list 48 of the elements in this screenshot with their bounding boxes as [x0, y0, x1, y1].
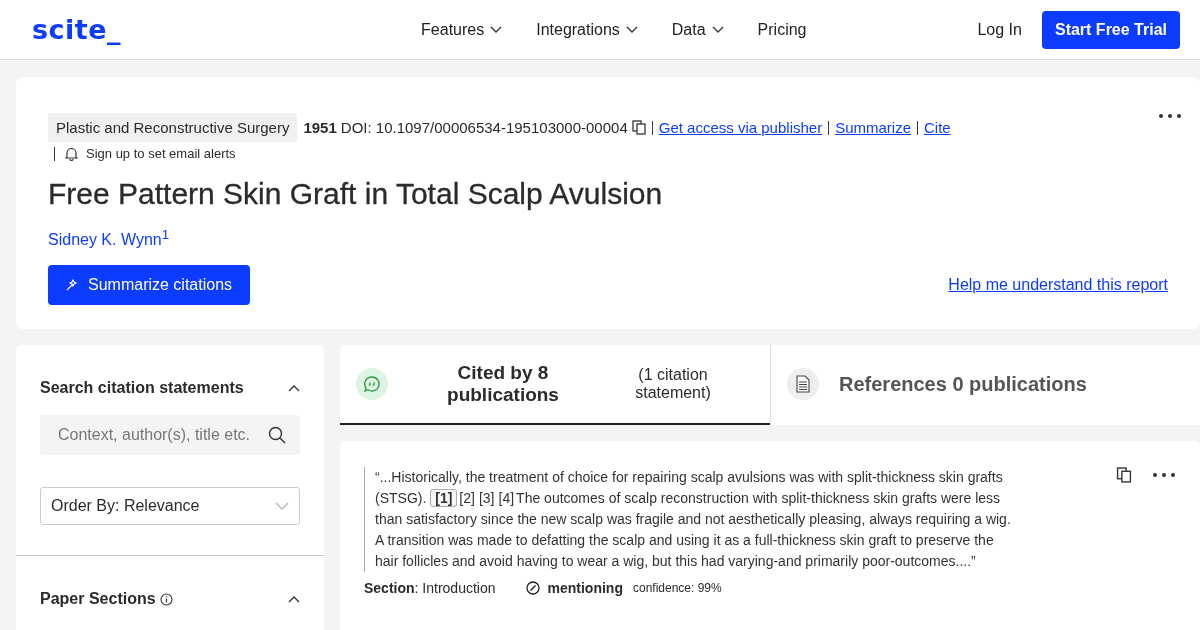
paper-link[interactable]: Cite	[924, 119, 951, 136]
tab[interactable]: References 0 publications	[770, 345, 1200, 426]
citation-type: mentioning	[547, 580, 623, 597]
paper-title: Free Pattern Skin Graft in Total Scalp Avulsion	[48, 177, 664, 211]
nav-link[interactable]: Features	[421, 20, 503, 39]
year: 1951	[303, 119, 337, 136]
paper-link[interactable]: Get access via publisher	[658, 119, 823, 136]
nav-link[interactable]: Data	[671, 20, 724, 39]
order-dropdown[interactable]: Order By: Relevance	[40, 487, 300, 526]
section-label: Section: Introduction	[364, 580, 496, 597]
author-link[interactable]: Sidney K. Wynn$^{1}$	[48, 227, 170, 250]
reference-marker[interactable]: [2]	[457, 490, 477, 507]
section-heading: Search citation statements	[40, 379, 244, 398]
logo[interactable]: scite_	[32, 14, 122, 45]
search-icon	[268, 426, 286, 445]
help-link[interactable]: Help me understand this report	[948, 276, 1168, 295]
login-link[interactable]: Log In	[977, 20, 1022, 39]
more-icon[interactable]	[1158, 113, 1182, 119]
speech-bubble-icon	[363, 375, 381, 394]
confidence: confidence: 99%	[632, 581, 722, 596]
copy-icon[interactable]	[631, 120, 646, 135]
magic-wand-icon	[66, 279, 78, 292]
chevron-up-icon[interactable]	[288, 595, 300, 604]
section-heading: Paper Sections	[40, 590, 156, 609]
citation-quote: “...Historically, the treatment of choice for repairing scalp avulsions was with split-thickness skin grafts (STSG). [1] [2] [3] [4]The outcomes of scalp reconstruction with split-thickness skin grafts were less than satisfactory since the new scalp was fragile and not aesthetically pleasing, always requiring a wig. A transition was made to defatting the scalp and using it as a full-thickness skin graft to preserve the hair follicles and avoid having to wear a wig, but this had varying-and primarily poor-outcomes....”	[364, 467, 1015, 573]
nav-link[interactable]: Pricing	[757, 20, 807, 39]
reference-marker[interactable]: [3]	[476, 490, 497, 507]
paper-link[interactable]: Summarize	[835, 119, 911, 136]
email-alerts-link[interactable]: Sign up to set email alerts	[86, 146, 236, 161]
start-trial-button[interactable]: Start Free Trial	[1041, 10, 1180, 49]
chevron-down-icon	[625, 25, 638, 34]
doi: DOI: 10.1097/00006534-195103000-00004	[340, 119, 628, 136]
bell-icon	[65, 146, 78, 161]
chevron-up-icon[interactable]	[288, 384, 300, 393]
reference-marker[interactable]: [4]	[496, 490, 517, 507]
chevron-down-icon	[275, 502, 289, 511]
copy-icon[interactable]	[1116, 467, 1132, 484]
more-icon[interactable]	[1152, 472, 1176, 479]
chevron-down-icon	[490, 25, 503, 34]
chevron-down-icon	[711, 25, 724, 34]
nav-link[interactable]: Integrations	[536, 20, 638, 39]
reference-marker[interactable]: [1]	[430, 489, 458, 508]
summarize-button[interactable]: Summarize citations	[48, 265, 251, 306]
tab[interactable]: Cited by 8 publications (1 citation statement)	[340, 345, 770, 426]
journal-tag: Plastic and Reconstructive Surgery	[48, 113, 298, 142]
info-icon[interactable]	[159, 592, 173, 606]
document-icon	[795, 375, 811, 394]
search-field[interactable]: Context, author(s), title etc.	[40, 415, 300, 456]
